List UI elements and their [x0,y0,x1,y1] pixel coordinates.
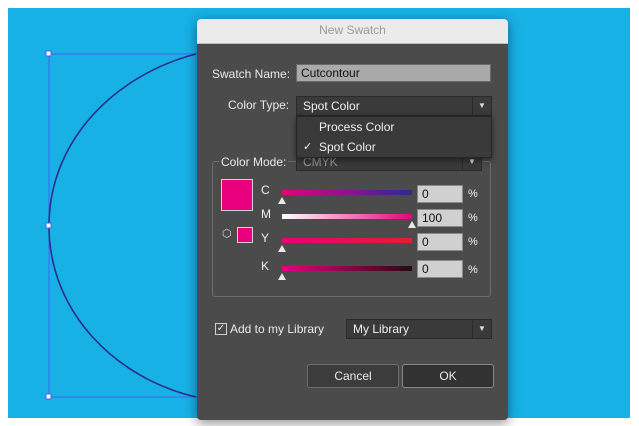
cancel-button[interactable]: Cancel [307,364,399,388]
channel-label-c: C [261,183,270,197]
swatch-preview [221,179,253,211]
slider-c[interactable] [282,190,412,195]
library-select[interactable]: My Library ▼ [346,319,492,339]
channel-label-k: K [261,259,270,273]
unit-m: % [468,212,478,224]
input-c[interactable]: 0 [417,185,463,203]
chevron-down-icon: ▼ [472,97,491,115]
check-icon: ✓ [303,141,313,153]
slider-thumb-y[interactable] [278,245,286,252]
menu-item-spot-color[interactable]: ✓ Spot Color [297,137,491,157]
cube-icon[interactable]: ⬡ [222,227,232,240]
color-type-select[interactable]: Spot Color ▼ [296,96,492,116]
color-mode-label: Color Mode: [219,155,289,169]
swatch-name-label: Swatch Name: [212,67,291,81]
menu-item-process-color[interactable]: Process Color [297,117,491,137]
input-k[interactable]: 0 [417,260,463,278]
anchor-handle-top-left[interactable] [45,50,52,57]
menu-item-label: Process Color [319,120,395,134]
anchor-handle-middle-left[interactable] [45,222,52,229]
slider-thumb-m[interactable] [408,221,416,228]
slider-m[interactable] [282,214,412,219]
check-icon: ✓ [216,323,226,334]
library-value: My Library [353,322,410,336]
chevron-down-icon: ▼ [472,320,491,338]
ok-button[interactable]: OK [402,364,494,388]
channel-label-y: Y [261,231,270,245]
dialog-titlebar: New Swatch [197,19,508,44]
unit-c: % [468,188,478,200]
new-swatch-dialog: New Swatch Swatch Name: Cutcontour Color… [197,19,508,420]
anchor-handle-bottom-left[interactable] [45,393,52,400]
swatch-name-input[interactable]: Cutcontour [296,64,491,82]
dialog-title: New Swatch [319,23,386,37]
unit-y: % [468,236,478,248]
color-type-value: Spot Color [303,99,360,113]
channel-label-m: M [261,207,271,221]
color-type-menu: Process Color ✓ Spot Color [296,116,492,158]
input-y[interactable]: 0 [417,233,463,251]
unit-k: % [468,264,478,276]
add-to-library-label: Add to my Library [230,322,325,336]
add-to-library-checkbox[interactable]: ✓ [215,323,227,335]
input-m[interactable]: 100 [417,209,463,227]
color-type-label: Color Type: [228,98,290,112]
in-gamut-swatch[interactable] [237,227,253,243]
menu-item-label: Spot Color [319,140,376,154]
slider-thumb-k[interactable] [278,273,286,280]
slider-k[interactable] [282,266,412,271]
semicircle-path[interactable] [48,53,197,398]
slider-y[interactable] [282,238,412,243]
slider-thumb-c[interactable] [278,197,286,204]
